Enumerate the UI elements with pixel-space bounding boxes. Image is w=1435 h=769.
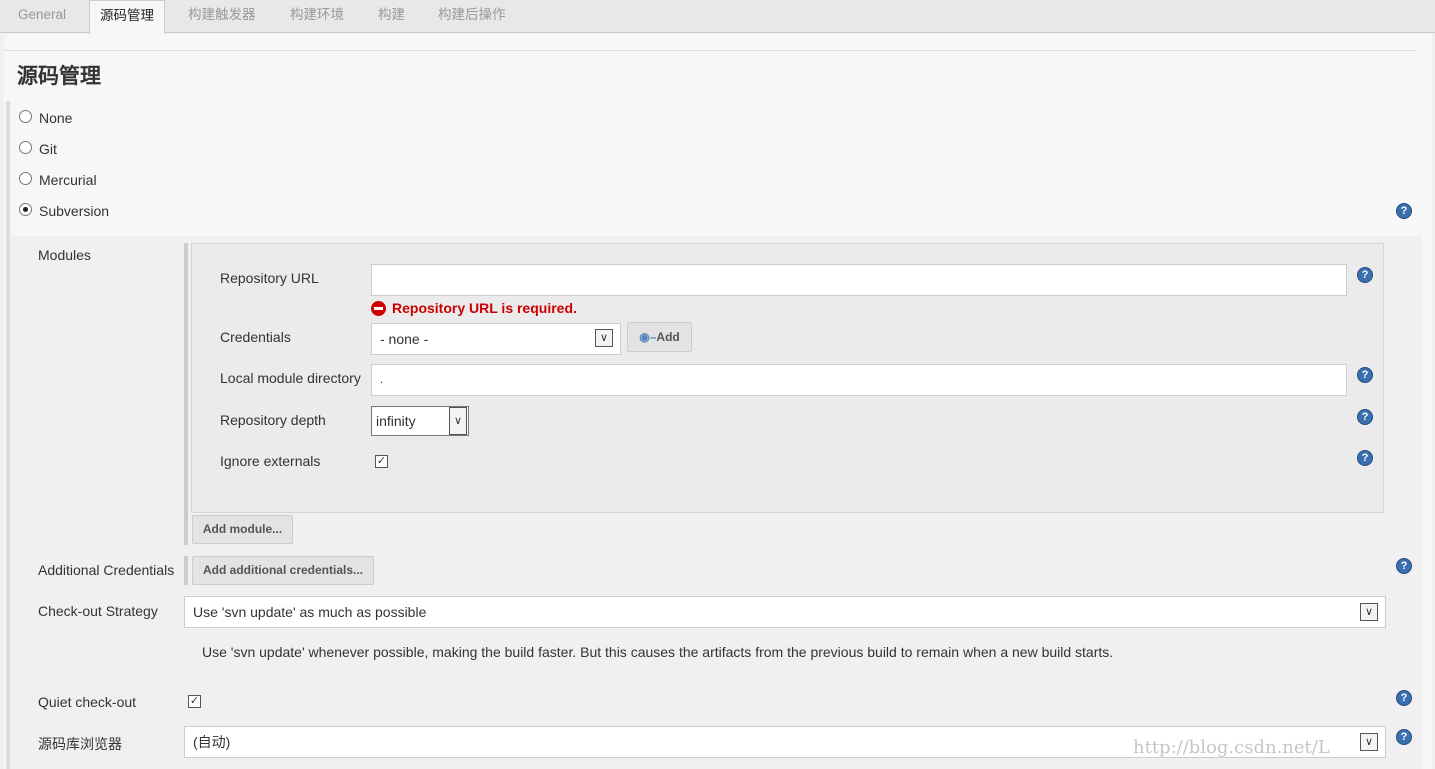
credentials-select[interactable]: - none - [371, 323, 621, 355]
radio-label-git: Git [39, 141, 57, 157]
ignore-externals-label: Ignore externals [220, 453, 321, 469]
key-icon: ◉– [639, 330, 657, 344]
local-dir-input[interactable]: . [371, 364, 1347, 396]
help-icon[interactable]: ? [1357, 409, 1373, 425]
tab-environment[interactable]: 构建环境 [290, 0, 344, 33]
modules-label: Modules [38, 247, 91, 263]
add-additional-credentials-button[interactable]: Add additional credentials... [192, 556, 374, 585]
chevron-down-icon: ∨ [1360, 603, 1378, 621]
checkout-strategy-description: Use 'svn update' whenever possible, maki… [202, 644, 1114, 660]
ignore-externals-checkbox[interactable]: ✓ [375, 455, 388, 468]
help-icon[interactable]: ? [1396, 558, 1412, 574]
repository-url-label: Repository URL [220, 270, 319, 286]
help-icon[interactable]: ? [1396, 690, 1412, 706]
chevron-down-icon: ∨ [595, 329, 613, 347]
radio-none[interactable] [19, 110, 32, 123]
repo-browser-label: 源码库浏览器 [38, 736, 122, 752]
chevron-down-icon: ∨ [449, 407, 467, 435]
divider [4, 50, 1417, 51]
repository-url-error: Repository URL is required. [392, 300, 577, 316]
chevron-down-icon: ∨ [1360, 733, 1378, 751]
help-icon[interactable]: ? [1396, 729, 1412, 745]
local-dir-label: Local module directory [220, 370, 361, 386]
radio-git[interactable] [19, 141, 32, 154]
modules-bar [184, 243, 188, 545]
help-icon[interactable]: ? [1357, 450, 1373, 466]
radio-label-subversion: Subversion [39, 203, 110, 219]
tab-post-build[interactable]: 构建后操作 [438, 0, 506, 33]
repository-url-input[interactable] [371, 264, 1347, 296]
checkout-strategy-select[interactable]: Use 'svn update' as much as possible [184, 596, 1386, 628]
additional-credentials-label: Additional Credentials [38, 562, 175, 578]
radio-subversion[interactable] [19, 203, 32, 216]
radio-label-none: None [39, 110, 73, 126]
add-credentials-button[interactable]: ◉–Add [627, 322, 692, 352]
help-icon[interactable]: ? [1357, 267, 1373, 283]
add-module-button[interactable]: Add module... [192, 515, 293, 544]
tab-general[interactable]: General [18, 0, 66, 33]
credentials-bar [184, 556, 188, 585]
page-title: 源码管理 [17, 65, 101, 88]
watermark: http://blog.csdn.net/L [1133, 737, 1330, 758]
help-icon[interactable]: ? [1357, 367, 1373, 383]
quiet-checkout-checkbox[interactable]: ✓ [188, 695, 201, 708]
help-icon[interactable]: ? [1396, 203, 1412, 219]
tab-bar: General 源码管理 构建触发器 构建环境 构建 构建后操作 [0, 0, 1435, 34]
tab-build[interactable]: 构建 [378, 0, 405, 33]
depth-label: Repository depth [220, 412, 326, 428]
radio-label-mercurial: Mercurial [39, 172, 97, 188]
error-icon [371, 301, 386, 316]
quiet-checkout-label: Quiet check-out [38, 694, 137, 710]
tab-scm[interactable]: 源码管理 [89, 0, 165, 34]
radio-mercurial[interactable] [19, 172, 32, 185]
checkout-strategy-label: Check-out Strategy [38, 603, 158, 619]
credentials-label: Credentials [220, 329, 291, 345]
tab-triggers[interactable]: 构建触发器 [188, 0, 256, 33]
